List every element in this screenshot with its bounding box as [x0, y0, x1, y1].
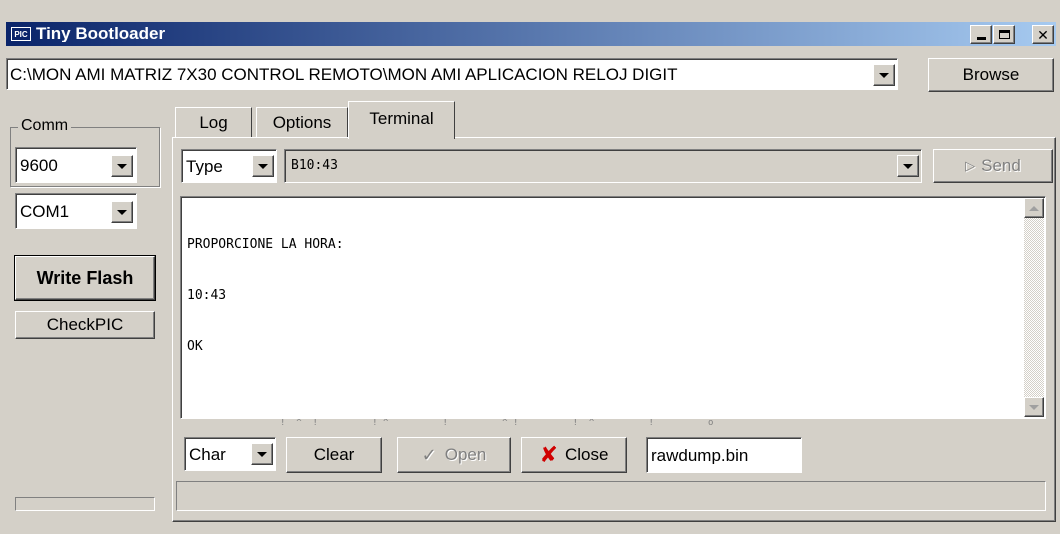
- close-icon: ✕: [1037, 26, 1049, 43]
- minimize-button[interactable]: [970, 25, 992, 44]
- checkpic-button[interactable]: CheckPIC: [15, 311, 155, 339]
- dump-file-input[interactable]: rawdump.bin: [646, 437, 802, 473]
- browse-label: Browse: [962, 65, 1020, 84]
- open-label: Open: [444, 445, 487, 464]
- terminal-input-combo[interactable]: B10:43: [284, 149, 922, 183]
- terminal-output[interactable]: PROPORCIONE LA HORA: 10:43 OK: [180, 196, 1046, 419]
- scroll-down-button[interactable]: [1024, 397, 1044, 417]
- scroll-up-button[interactable]: [1024, 198, 1044, 218]
- chevron-down-icon: [257, 451, 267, 457]
- terminal-scrollbar[interactable]: [1024, 198, 1044, 417]
- comm-group-label: Comm: [18, 118, 72, 134]
- tab-options[interactable]: Options: [256, 107, 348, 138]
- terminal-input-dropdown-button[interactable]: [897, 155, 919, 177]
- close-window-button[interactable]: ✕: [1032, 25, 1054, 44]
- baud-rate-select[interactable]: 9600: [15, 147, 137, 183]
- com-port-value: COM1: [20, 203, 70, 220]
- write-flash-button[interactable]: Write Flash: [14, 255, 156, 301]
- maximize-button[interactable]: [993, 25, 1015, 44]
- terminal-input-value: B10:43: [291, 159, 338, 172]
- chevron-up-icon: [1029, 205, 1039, 211]
- red-x-icon: ✘: [539, 442, 558, 467]
- write-flash-label: Write Flash: [36, 267, 134, 288]
- tab-log-label: Log: [199, 113, 228, 132]
- file-path-value: C:\MON AMI MATRIZ 7X30 CONTROL REMOTO\MO…: [10, 66, 678, 83]
- left-status-panel: [15, 497, 155, 511]
- checkpic-label: CheckPIC: [46, 315, 124, 334]
- chevron-down-icon: [903, 163, 913, 169]
- com-port-select[interactable]: COM1: [15, 193, 137, 229]
- type-select[interactable]: Type: [181, 149, 277, 183]
- char-dropdown-button[interactable]: [251, 443, 273, 465]
- terminal-ruler: ! ^ ! ! ^ ! ^ ! ! ^ ! o: [280, 419, 714, 428]
- terminal-output-text: PROPORCIONE LA HORA: 10:43 OK: [187, 202, 344, 389]
- chevron-down-icon: [1029, 404, 1039, 410]
- clear-button[interactable]: Clear: [286, 437, 382, 473]
- pic-app-icon: PIC: [11, 27, 31, 41]
- tab-terminal[interactable]: Terminal: [348, 101, 455, 139]
- chevron-down-icon: [258, 163, 268, 169]
- checkmark-icon: ✓: [421, 444, 437, 465]
- browse-button[interactable]: Browse: [928, 58, 1054, 92]
- dump-file-value: rawdump.bin: [651, 447, 749, 464]
- maximize-icon: [998, 30, 1010, 39]
- send-label: Send: [981, 156, 1021, 175]
- com-port-dropdown-button[interactable]: [111, 201, 133, 223]
- char-select[interactable]: Char: [184, 437, 276, 471]
- type-select-value: Type: [186, 158, 223, 175]
- open-button[interactable]: ✓ Open: [397, 437, 511, 473]
- file-path-dropdown-button[interactable]: [873, 64, 895, 86]
- tab-log[interactable]: Log: [175, 107, 252, 138]
- terminal-line: OK: [187, 339, 203, 354]
- chevron-down-icon: [117, 163, 127, 169]
- status-bar: [176, 481, 1046, 511]
- tab-options-label: Options: [272, 113, 332, 132]
- chevron-down-icon: [879, 72, 889, 78]
- send-button[interactable]: ▷ Send: [933, 149, 1053, 183]
- close-port-button[interactable]: ✘ Close: [521, 437, 627, 473]
- file-path-combo[interactable]: C:\MON AMI MATRIZ 7X30 CONTROL REMOTO\MO…: [6, 58, 898, 90]
- clear-label: Clear: [313, 445, 355, 464]
- pic-icon-label: PIC: [14, 29, 28, 39]
- char-select-value: Char: [189, 446, 226, 463]
- window-title: Tiny Bootloader: [36, 25, 166, 42]
- tab-terminal-label: Terminal: [369, 108, 434, 128]
- type-dropdown-button[interactable]: [252, 155, 274, 177]
- play-icon: ▷: [965, 158, 976, 173]
- terminal-line: 10:43: [187, 288, 227, 303]
- chevron-down-icon: [117, 209, 127, 215]
- title-bar[interactable]: PIC Tiny Bootloader ✕: [6, 22, 1056, 46]
- close-label: Close: [564, 445, 609, 464]
- terminal-line: PROPORCIONE LA HORA:: [187, 237, 344, 252]
- baud-rate-value: 9600: [20, 157, 58, 174]
- minimize-icon: [976, 37, 986, 40]
- baud-rate-dropdown-button[interactable]: [111, 155, 133, 177]
